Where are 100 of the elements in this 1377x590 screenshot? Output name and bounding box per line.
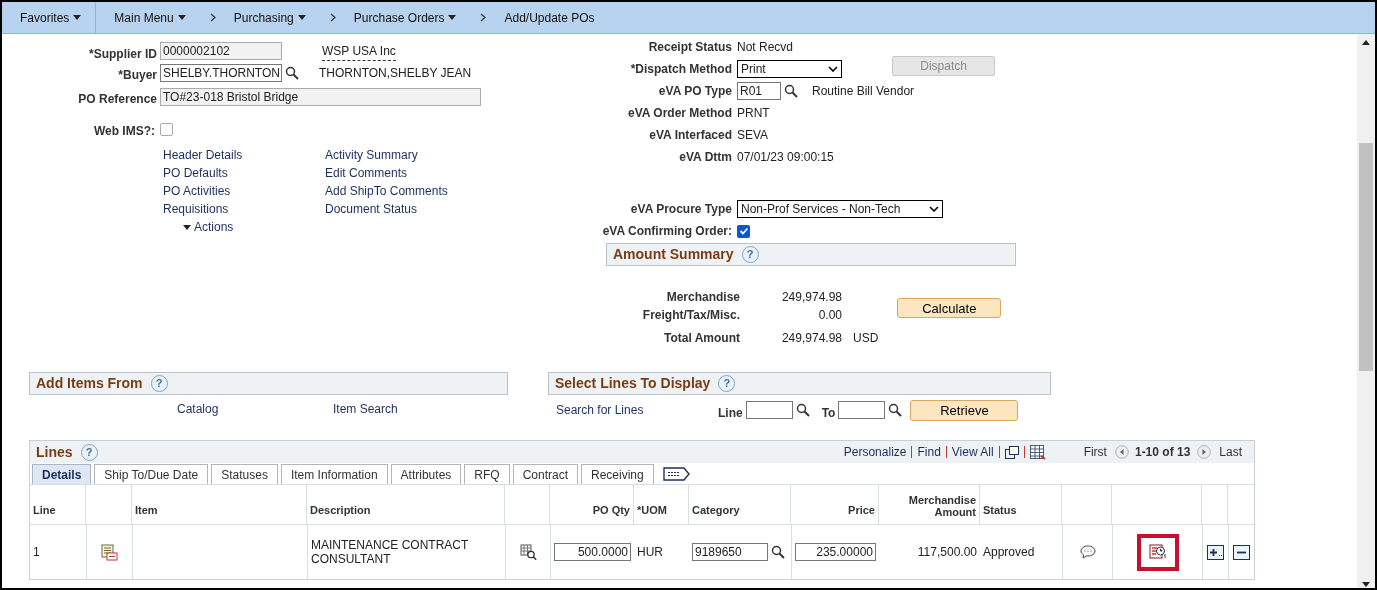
previous-icon[interactable] xyxy=(1114,445,1129,459)
category-field[interactable]: 9189650 xyxy=(692,543,768,561)
help-icon[interactable]: ? xyxy=(150,375,168,392)
show-all-columns-icon[interactable] xyxy=(662,467,691,481)
grid-toolbar-link[interactable]: Personalize xyxy=(843,443,907,461)
field-label: eVA Order Method xyxy=(627,105,733,122)
field-label: Web IMS?: xyxy=(92,123,156,140)
caret-icon xyxy=(448,15,457,20)
input-field[interactable] xyxy=(838,401,886,419)
scroll-down-icon[interactable] xyxy=(1362,582,1370,587)
breadcrumb-link[interactable]: Add/Update POs xyxy=(504,8,595,27)
tab[interactable]: Item Information xyxy=(280,464,388,484)
caret-icon xyxy=(183,224,191,230)
tab[interactable]: Contract xyxy=(512,464,578,484)
search-icon[interactable] xyxy=(784,84,798,98)
breadcrumb-link[interactable]: Favorites xyxy=(20,8,82,27)
field-label: To xyxy=(821,405,836,422)
column-header: Merchandise Amount xyxy=(879,485,980,524)
field-description: Routine Bill Vendor xyxy=(812,83,915,100)
next-icon[interactable] xyxy=(1197,445,1212,459)
tab[interactable]: Attributes xyxy=(390,464,462,484)
tab[interactable]: Ship To/Due Date xyxy=(94,464,209,484)
column-header: Line xyxy=(30,485,86,524)
table-cell-text: 1 xyxy=(32,544,41,561)
field-label: eVA Procure Type xyxy=(629,201,733,218)
search-lines-link[interactable]: Search for Lines xyxy=(556,398,718,419)
field-label: eVA Dttm xyxy=(678,149,733,166)
table-cell-text: 117,500.00 xyxy=(916,544,978,561)
spreadsheet-icon[interactable] xyxy=(1029,444,1046,460)
tab[interactable]: RFQ xyxy=(464,464,510,484)
help-icon[interactable]: ? xyxy=(718,375,736,392)
new-window-icon[interactable] xyxy=(1004,445,1019,459)
input-field[interactable]: SHELBY.THORNTON xyxy=(160,64,282,82)
page-link[interactable]: Header Details xyxy=(163,146,325,164)
add-row-icon[interactable] xyxy=(1207,544,1224,560)
supplier-link[interactable]: WSP USA Inc xyxy=(322,41,396,61)
first-link[interactable]: First xyxy=(1083,443,1107,461)
field-label: *Dispatch Method xyxy=(629,61,733,78)
chevron-icon xyxy=(209,13,216,22)
document-icon[interactable] xyxy=(101,543,118,561)
breadcrumb-link[interactable]: Purchase Orders xyxy=(353,8,457,27)
breadcrumb-link[interactable]: Purchasing xyxy=(233,8,306,27)
page-link[interactable]: Edit Comments xyxy=(325,164,448,182)
quantity-field[interactable]: 500.0000 xyxy=(554,543,631,561)
column-header: PO Qty xyxy=(550,485,634,524)
input-field[interactable]: R01 xyxy=(737,82,781,100)
table-cell-text: HUR xyxy=(636,544,664,561)
scrollbar[interactable] xyxy=(1357,34,1375,588)
table-cell-text: Approved xyxy=(982,544,1036,561)
search-icon[interactable] xyxy=(795,403,810,417)
scrollbar-thumb[interactable] xyxy=(1359,143,1373,371)
field-label: eVA Confirming Order: xyxy=(601,223,733,240)
search-details-icon[interactable] xyxy=(519,544,537,560)
search-icon[interactable] xyxy=(285,66,299,80)
field-value: Not Recvd xyxy=(737,39,794,56)
page-link[interactable]: PO Defaults xyxy=(163,164,325,182)
grid-toolbar-link[interactable]: Find xyxy=(917,443,941,461)
tab[interactable]: Statuses xyxy=(211,464,278,484)
page-link[interactable]: Activity Summary xyxy=(325,146,448,164)
search-icon[interactable] xyxy=(888,403,903,417)
input-field[interactable]: 0000002102 xyxy=(160,42,282,60)
scroll-up-icon[interactable] xyxy=(1362,40,1370,45)
tab[interactable]: Receiving xyxy=(581,464,654,484)
amount-label: Total Amount xyxy=(663,330,740,347)
grid-toolbar-link[interactable]: View All xyxy=(951,443,994,461)
dropdown[interactable]: Non-Prof Services - Non-Tech xyxy=(737,200,943,218)
page-link[interactable]: PO Activities xyxy=(163,182,325,200)
help-icon[interactable]: ? xyxy=(741,246,759,263)
schedule-button[interactable] xyxy=(1136,533,1179,571)
input-field[interactable] xyxy=(745,401,793,419)
page-link[interactable]: Document Status xyxy=(325,200,448,218)
last-link[interactable]: Last xyxy=(1219,443,1242,461)
field-label: *Supplier ID xyxy=(88,46,158,63)
help-icon[interactable]: ? xyxy=(80,443,98,461)
dropdown[interactable]: Print xyxy=(737,60,842,78)
page-range: 1-10 of 13 xyxy=(1134,444,1191,461)
column-header: Status xyxy=(980,485,1062,524)
field-label: eVA Interfaced xyxy=(648,127,733,144)
search-icon[interactable] xyxy=(771,545,785,559)
item-search-link[interactable]: Item Search xyxy=(333,400,398,418)
section-title: Add Items From xyxy=(36,374,143,393)
comment-icon[interactable] xyxy=(1079,545,1096,559)
delete-row-icon[interactable] xyxy=(1233,544,1250,560)
calculate-button[interactable]: Calculate xyxy=(897,297,1002,318)
currency: USD xyxy=(853,330,879,347)
page-link[interactable]: Add ShipTo Comments xyxy=(325,182,448,200)
tab[interactable]: Details xyxy=(32,464,92,484)
breadcrumb-link[interactable]: Main Menu xyxy=(114,8,186,27)
retrieve-button[interactable]: Retrieve xyxy=(910,399,1019,421)
input-field[interactable]: TO#23-018 Bristol Bridge xyxy=(160,88,481,106)
catalog-link[interactable]: Catalog xyxy=(177,400,333,418)
field-label: Receipt Status xyxy=(647,39,733,56)
caret-icon xyxy=(177,15,186,20)
actions-menu[interactable]: Actions xyxy=(179,218,325,236)
price-field[interactable]: 235.00000 xyxy=(795,543,876,561)
checkbox[interactable] xyxy=(737,224,750,238)
page-link[interactable]: Requisitions xyxy=(163,200,325,218)
table-cell: MAINTENANCE CONTRACT CONSULTANT xyxy=(307,525,505,579)
section-title: Lines xyxy=(36,442,73,462)
checkbox[interactable] xyxy=(160,122,173,136)
